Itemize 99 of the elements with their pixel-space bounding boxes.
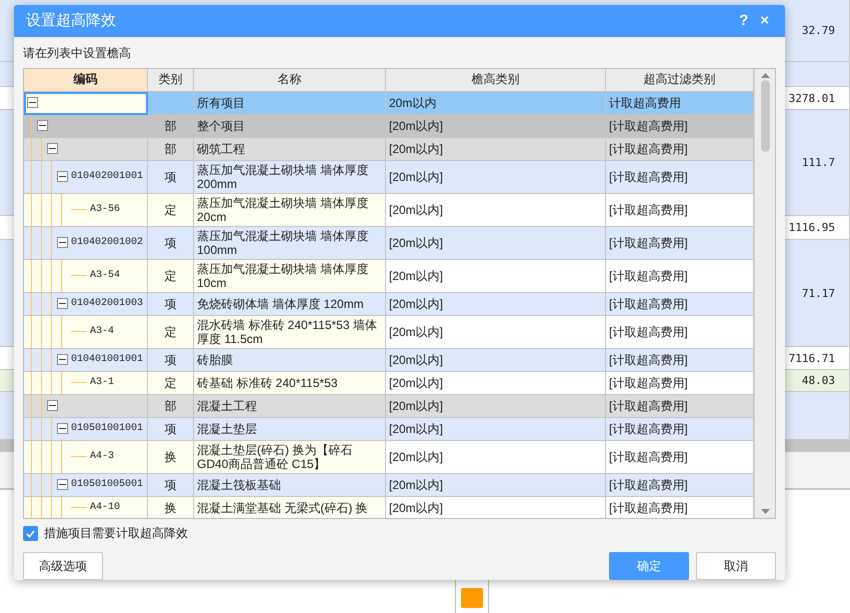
table-cell: [计取超高费用]: [606, 114, 754, 138]
table-cell: [计取超高费用]: [606, 474, 754, 497]
table-cell: 项: [148, 418, 194, 441]
table-cell: [20m以内]: [386, 418, 606, 441]
collapse-icon[interactable]: [57, 354, 68, 366]
table-cell: 定: [148, 372, 194, 395]
instruction-text: 请在列表中设置檐高: [22, 44, 132, 62]
table-cell: 20m以内: [386, 92, 606, 115]
table-cell: [20m以内]: [386, 474, 606, 497]
table-cell: 部: [148, 394, 194, 418]
item-code: A3-54: [90, 270, 120, 282]
table-cell: 所有项目: [194, 92, 386, 115]
table-cell: 砌筑工程: [194, 138, 386, 161]
item-code: 010402001003: [71, 298, 144, 310]
table-cell: [计取超高费用]: [606, 394, 754, 418]
table-cell: [计取超高费用]: [606, 226, 754, 260]
table-cell: [计取超高费用]: [606, 440, 754, 474]
table-cell: 蒸压加气混凝土砌块墙 墙体厚度 100mm: [194, 226, 386, 260]
dialog-button[interactable]: 取消: [696, 552, 776, 580]
column-header[interactable]: 类别: [148, 68, 194, 92]
table-cell: 混凝土满堂基础 无梁式(碎石) 换: [194, 496, 386, 518]
collapse-icon[interactable]: [27, 97, 38, 108]
table-cell: 砖胎膜: [194, 348, 386, 372]
scrollbar[interactable]: [754, 68, 775, 518]
scroll-down-icon[interactable]: [760, 509, 770, 514]
collapse-icon[interactable]: [57, 171, 68, 182]
table-cell: [计取超高费用]: [606, 372, 754, 395]
item-code: 010402001002: [71, 237, 144, 248]
table-cell: 计取超高费用: [606, 92, 754, 115]
table-cell: [20m以内]: [386, 160, 606, 194]
scrollbar-thumb[interactable]: [760, 80, 770, 152]
collapse-icon[interactable]: [57, 479, 68, 490]
table-cell: [计取超高费用]: [606, 260, 754, 293]
item-code: 010401001001: [71, 354, 144, 366]
table-cell: 蒸压加气混凝土砌块墙 墙体厚度 20cm: [194, 194, 386, 227]
table-cell: 砖基础 标准砖 240*115*53: [194, 372, 386, 395]
item-code: 010501001001: [71, 423, 144, 434]
table-cell: [20m以内]: [386, 394, 606, 418]
table-cell: 蒸压加气混凝土砌块墙 墙体厚度 200mm: [194, 160, 386, 194]
table-cell: 混凝土筏板基础: [194, 474, 386, 497]
table-cell: 项: [148, 348, 194, 372]
table-cell: 免烧砖砌体墙 墙体厚度 120mm: [194, 292, 386, 316]
table-cell: 定: [148, 316, 194, 349]
table-cell: 项: [148, 160, 194, 194]
collapse-icon[interactable]: [47, 400, 58, 412]
table-cell: 项: [148, 226, 194, 260]
item-code: A3-4: [90, 326, 114, 338]
item-code: 010501005001: [71, 479, 144, 490]
item-code: A4-3: [90, 451, 114, 462]
table-cell: [20m以内]: [386, 316, 606, 349]
table-cell: [20m以内]: [386, 138, 606, 161]
column-header[interactable]: 编码: [24, 68, 148, 92]
table-cell: [20m以内]: [386, 226, 606, 260]
table-cell: [计取超高费用]: [606, 348, 754, 372]
checkbox-label: 措施项目需要计取超高降效: [44, 525, 188, 542]
table-cell: [计取超高费用]: [606, 418, 754, 441]
table-cell: [20m以内]: [386, 440, 606, 474]
table-cell: 混凝土垫层: [194, 418, 386, 441]
table-cell: [20m以内]: [386, 260, 606, 293]
table-cell: 混凝土工程: [194, 394, 386, 418]
table-cell: [计取超高费用]: [606, 138, 754, 161]
column-header[interactable]: 名称: [194, 68, 386, 92]
item-code: 010402001001: [71, 171, 144, 182]
table-cell: [20m以内]: [386, 292, 606, 316]
table-cell: 混凝土垫层(碎石) 换为【碎石 GD40商品普通砼 C15】: [194, 440, 386, 474]
table-cell: [计取超高费用]: [606, 160, 754, 194]
collapse-icon[interactable]: [57, 237, 68, 248]
table-cell: 混水砖墙 标准砖 240*115*53 墙体厚度 11.5cm: [194, 316, 386, 349]
table-cell: [20m以内]: [386, 372, 606, 395]
column-header[interactable]: 超高过滤类别: [606, 68, 754, 92]
table-cell: [计取超高费用]: [606, 292, 754, 316]
table-cell: 项: [148, 474, 194, 497]
collapse-icon[interactable]: [57, 423, 68, 434]
item-code: A3-56: [90, 204, 120, 216]
table-cell: 定: [148, 260, 194, 293]
table-cell: 换: [148, 440, 194, 474]
window-title: 设置超高降效: [26, 11, 117, 30]
item-code: A4-10: [90, 502, 120, 514]
item-code: A3-1: [90, 377, 114, 388]
check-icon: [26, 530, 35, 538]
checkbox[interactable]: [23, 526, 38, 541]
collapse-icon[interactable]: [57, 298, 68, 310]
table-cell: 蒸压加气混凝土砌块墙 墙体厚度 10cm: [194, 260, 386, 293]
column-header[interactable]: 檐高类别: [386, 68, 606, 92]
table-cell: 整个项目: [194, 114, 386, 138]
table-cell: 定: [148, 194, 194, 227]
dialog-button[interactable]: 高级选项: [23, 552, 103, 580]
table-cell: 部: [148, 138, 194, 161]
table-cell: 换: [148, 496, 194, 518]
collapse-icon[interactable]: [37, 120, 48, 132]
table-cell: [20m以内]: [386, 114, 606, 138]
table-cell: [计取超高费用]: [606, 316, 754, 349]
collapse-icon[interactable]: [47, 143, 58, 154]
table-cell: 项: [148, 292, 194, 316]
table-cell: [20m以内]: [386, 194, 606, 227]
table-cell: [20m以内]: [386, 348, 606, 372]
table-cell: 部: [148, 114, 194, 138]
table-cell: [计取超高费用]: [606, 194, 754, 227]
tab-marker: [461, 588, 483, 608]
